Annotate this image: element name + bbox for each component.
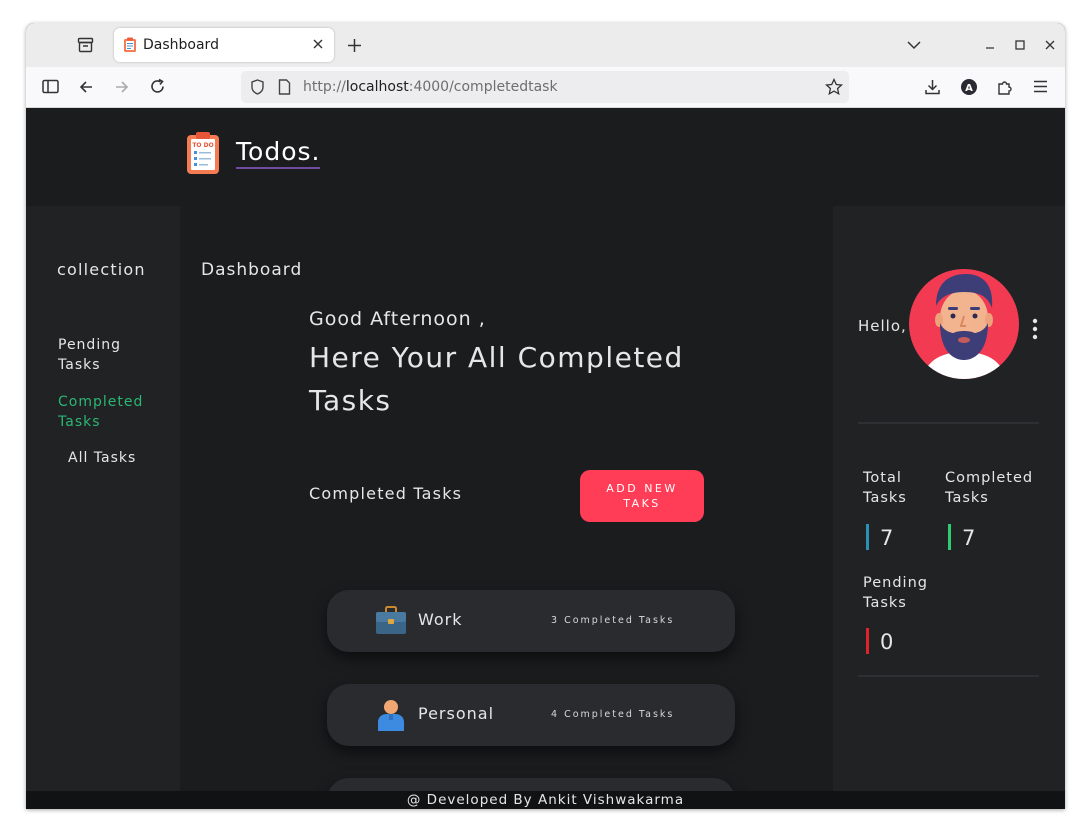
- category-card-work[interactable]: Work 3 Completed Tasks: [327, 590, 735, 652]
- hello-text: Hello,: [858, 317, 907, 335]
- stat-value-completed: 7: [962, 526, 976, 550]
- account-icon[interactable]: A: [960, 78, 978, 96]
- minimize-icon[interactable]: [984, 39, 996, 51]
- divider: [858, 675, 1039, 677]
- reload-icon[interactable]: [149, 78, 166, 95]
- close-tab-icon[interactable]: [310, 36, 326, 52]
- page-title: Dashboard: [201, 260, 303, 280]
- sidebar-item-completed-tasks[interactable]: Completed Tasks: [58, 392, 158, 432]
- page: TO DO Todos. collection Pending Tasks Co…: [26, 108, 1065, 809]
- brand-title[interactable]: Todos.: [236, 137, 321, 169]
- headline: Here Your All Completed Tasks: [309, 341, 684, 417]
- page-info-icon[interactable]: [278, 79, 291, 95]
- downloads-icon[interactable]: [924, 78, 941, 96]
- tab-bar: Dashboard: [26, 23, 1065, 67]
- close-window-icon[interactable]: [1044, 39, 1056, 51]
- stat-value-pending: 0: [880, 630, 894, 654]
- profile-panel: Hello, Total Tasks 7 Completed Tasks 7 P…: [833, 206, 1065, 796]
- briefcase-icon: [376, 606, 406, 634]
- maximize-icon[interactable]: [1014, 39, 1026, 51]
- stat-label-pending: Pending Tasks: [863, 575, 928, 611]
- card-count: 4 Completed Tasks: [551, 709, 675, 720]
- forward-icon[interactable]: [114, 79, 130, 95]
- sidebar-heading: collection: [57, 260, 146, 279]
- stat-label-total: Total Tasks: [863, 470, 907, 506]
- person-icon: [378, 700, 404, 731]
- stat-value-total: 7: [880, 526, 894, 550]
- stat-bar-total: [866, 524, 869, 550]
- tab-overview-icon[interactable]: [77, 37, 94, 53]
- main-content: Dashboard Good Afternoon , Here Your All…: [180, 206, 833, 809]
- url-bar[interactable]: http://localhost:4000/completedtask: [241, 71, 849, 103]
- stat-bar-completed: [948, 524, 951, 550]
- shield-icon[interactable]: [250, 79, 265, 95]
- app-header: TO DO Todos.: [26, 108, 1065, 198]
- clipboard-logo-icon: TO DO: [187, 132, 219, 174]
- card-name: Personal: [418, 704, 495, 723]
- footer: @ Developed By Ankit Vishwakarma: [26, 791, 1065, 809]
- stat-bar-pending: [866, 628, 869, 654]
- greeting: Good Afternoon ,: [309, 308, 486, 330]
- stat-label-completed: Completed Tasks: [945, 470, 1034, 506]
- sidebar-toggle-icon[interactable]: [42, 79, 59, 94]
- more-options-icon[interactable]: [1032, 318, 1038, 340]
- sidebar: collection Pending Tasks Completed Tasks…: [26, 206, 180, 796]
- avatar[interactable]: [908, 268, 1020, 380]
- tab-title: Dashboard: [143, 37, 219, 53]
- divider: [858, 422, 1039, 424]
- bookmark-star-icon[interactable]: [825, 78, 843, 96]
- card-count: 3 Completed Tasks: [551, 615, 675, 626]
- sidebar-item-all-tasks[interactable]: All Tasks: [68, 448, 168, 468]
- back-icon[interactable]: [78, 79, 94, 95]
- new-tab-icon[interactable]: [347, 38, 362, 53]
- logo-text: TO DO: [192, 142, 213, 149]
- browser-window: Dashboard http://localhost:4000/complete…: [26, 23, 1065, 809]
- tab-dashboard[interactable]: Dashboard: [114, 28, 334, 62]
- add-button-label: ADD NEW TAKS: [606, 482, 678, 510]
- navigation-toolbar: http://localhost:4000/completedtask A: [26, 67, 1065, 108]
- add-new-task-button[interactable]: ADD NEW TAKS: [580, 470, 704, 522]
- url-text[interactable]: http://localhost:4000/completedtask: [303, 79, 558, 95]
- card-name: Work: [418, 610, 463, 629]
- menu-icon[interactable]: [1033, 80, 1048, 93]
- category-card-personal[interactable]: Personal 4 Completed Tasks: [327, 684, 735, 746]
- favicon-icon: [124, 37, 136, 52]
- list-all-tabs-icon[interactable]: [907, 40, 921, 50]
- extensions-icon[interactable]: [996, 78, 1014, 96]
- sidebar-item-pending-tasks[interactable]: Pending Tasks: [58, 335, 148, 375]
- section-label: Completed Tasks: [309, 484, 463, 503]
- svg-text:A: A: [965, 83, 973, 94]
